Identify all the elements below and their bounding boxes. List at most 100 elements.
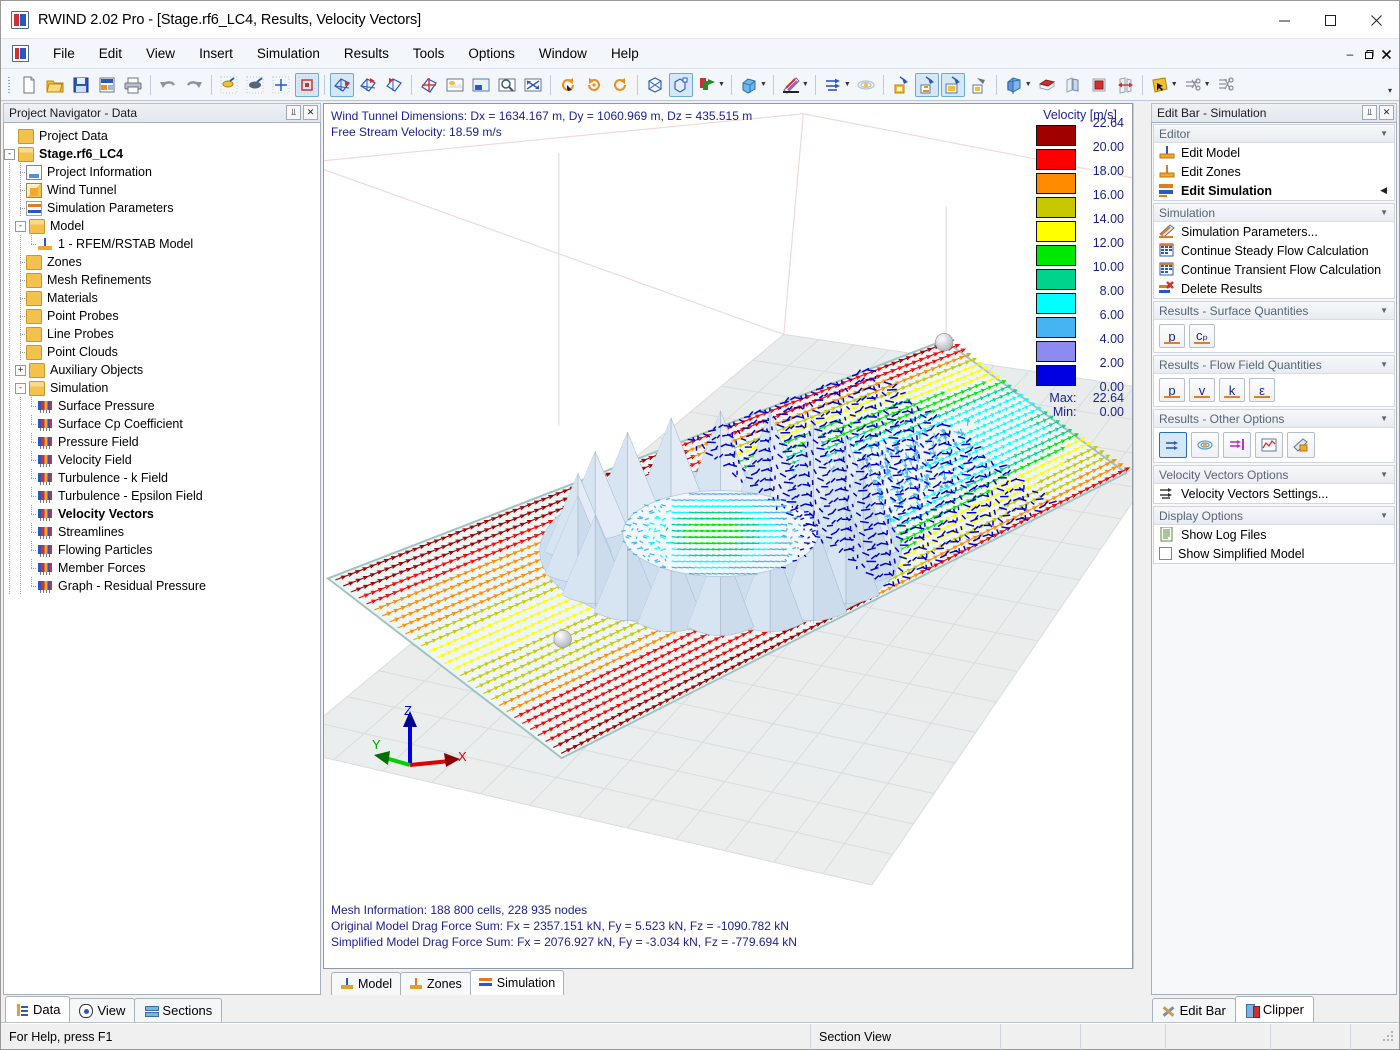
render-icon[interactable] [443,73,467,97]
mdi-app-icon[interactable] [12,45,29,62]
chevron-down-icon[interactable]: ▼ [1380,414,1388,423]
zoom-window-icon[interactable] [469,73,493,97]
tree-item-graph-residual-pressure[interactable]: Graph - Residual Pressure [4,577,320,595]
editbar-item-simulation-parameters[interactable]: Simulation Parameters... [1154,222,1394,241]
minimize-icon[interactable] [1261,1,1307,39]
streamlines-button[interactable] [1191,432,1219,458]
legend-swatch-3[interactable] [1036,197,1076,218]
tree-item-project-data[interactable]: Project Data [4,127,320,145]
section-z-icon[interactable] [1087,73,1111,97]
tree-item-auxiliary-objects[interactable]: +Auxiliary Objects [4,361,320,379]
select-plane-dropdown-caret[interactable]: ▼ [1171,81,1178,88]
menu-tools[interactable]: Tools [401,42,457,65]
select-all-icon[interactable] [356,73,380,97]
tree-item-stage-rf6-lc4[interactable]: -Stage.rf6_LC4 [4,145,320,163]
tree-item-model[interactable]: -Model [4,217,320,235]
save-as-icon[interactable] [95,73,119,97]
surface-cp-button[interactable]: cₚ [1189,324,1215,348]
clipper-box-dropdown-caret[interactable]: ▼ [1025,81,1032,88]
grid-icon[interactable] [269,73,293,97]
editbar-group-header[interactable]: Results - Flow Field Quantities▼ [1154,356,1394,374]
editbar-group-header[interactable]: Velocity Vectors Options▼ [1154,466,1394,484]
tree-item-surface-cp-coefficient[interactable]: Surface Cp Coefficient [4,415,320,433]
tree-item-velocity-vectors[interactable]: Velocity Vectors [4,505,320,523]
editbar-item-edit-model[interactable]: Edit Model [1154,143,1394,162]
editbar-item-edit-simulation[interactable]: Edit Simulation◀ [1154,181,1394,200]
rotate-ccw-icon[interactable] [582,73,606,97]
solid-view-icon[interactable] [669,73,693,97]
tree-item-flowing-particles[interactable]: Flowing Particles [4,541,320,559]
legend-swatch-9[interactable] [1036,341,1076,362]
viewport-tab-simulation[interactable]: Simulation [470,970,564,995]
tree-item-project-information[interactable]: Project Information [4,163,320,181]
tree-item-zones[interactable]: Zones [4,253,320,271]
zoom-icon[interactable] [495,73,519,97]
bottom-tab-clipper[interactable]: Clipper [1235,996,1314,1022]
legend-swatch-4[interactable] [1036,221,1076,242]
tree-item-point-clouds[interactable]: Point Clouds [4,343,320,361]
editbar-item-continue-transient-flow-calculation[interactable]: Continue Transient Flow Calculation [1154,260,1394,279]
new-icon[interactable] [17,73,41,97]
colors-dropdown-caret[interactable]: ▼ [802,81,809,88]
tree-item-mesh-refinements[interactable]: Mesh Refinements [4,271,320,289]
section-y-icon[interactable] [1061,73,1085,97]
toolbar-overflow-button[interactable]: ▾ [1383,73,1397,95]
viewport-tab-zones[interactable]: Zones [400,972,471,995]
menu-view[interactable]: View [134,42,187,65]
viewport-vertical-scrollbar[interactable] [1133,103,1149,969]
legend-swatch-5[interactable] [1036,245,1076,266]
editbar-check-show-simplified-model[interactable]: Show Simplified Model [1154,544,1394,563]
tree-item-member-forces[interactable]: Member Forces [4,559,320,577]
tree-expander[interactable]: + [15,365,26,376]
tree-item-turbulence-k-field[interactable]: Turbulence - k Field [4,469,320,487]
editbar-item-delete-results[interactable]: Delete Results [1154,279,1394,298]
navigator-pin-icon[interactable]: ⫫ [286,105,301,120]
editbar-group-header[interactable]: Display Options▼ [1154,507,1394,525]
tree-item-streamlines[interactable]: Streamlines [4,523,320,541]
flow-epsilon-button[interactable]: ε [1249,378,1275,402]
deselect-icon[interactable] [382,73,406,97]
velocity-vectors-dropdown-caret[interactable]: ▼ [844,81,851,88]
tree-item-velocity-field[interactable]: Velocity Field [4,451,320,469]
member-forces-button[interactable] [1287,432,1315,458]
snap-grid-icon[interactable] [217,73,241,97]
menu-file[interactable]: File [41,42,87,65]
editbar-group-header[interactable]: Editor▼ [1154,125,1394,143]
toolbar-grip[interactable] [6,75,13,95]
box-display-icon[interactable] [737,73,761,97]
view-direction-dropdown-caret[interactable]: ▼ [718,81,725,88]
chevron-down-icon[interactable]: ▼ [1380,511,1388,520]
undo-icon[interactable] [156,73,180,97]
chevron-down-icon[interactable]: ▼ [1380,470,1388,479]
cut-section-icon[interactable] [1181,73,1205,97]
velocity-vectors-icon[interactable] [821,73,845,97]
legend-swatch-6[interactable] [1036,269,1076,290]
chevron-down-icon[interactable]: ▼ [1380,208,1388,217]
mdi-minimize-icon[interactable]: – [1341,43,1359,65]
legend-swatch-1[interactable] [1036,149,1076,170]
chevron-down-icon[interactable]: ▼ [1380,129,1388,138]
mdi-close-icon[interactable] [1377,43,1395,65]
bottom-tab-view[interactable]: View [69,998,135,1022]
section-move-icon[interactable] [1113,73,1137,97]
close-icon[interactable] [1353,1,1399,39]
menu-help[interactable]: Help [599,42,651,65]
legend-swatch-8[interactable] [1036,317,1076,338]
rotate-cw-icon[interactable] [608,73,632,97]
flowing-particles-button[interactable] [1223,432,1251,458]
tree-item-turbulence-epsilon-field[interactable]: Turbulence - Epsilon Field [4,487,320,505]
show-simplified-model-icon[interactable] [915,73,939,97]
tree-item-wind-tunnel[interactable]: Wind Tunnel [4,181,320,199]
tree-item-simulation[interactable]: -Simulation [4,379,320,397]
navigator-close-icon[interactable]: ✕ [303,105,318,120]
show-model-icon[interactable] [889,73,913,97]
menu-insert[interactable]: Insert [187,42,245,65]
editbar-item-continue-steady-flow-calculation[interactable]: Continue Steady Flow Calculation [1154,241,1394,260]
section-x-icon[interactable] [1035,73,1059,97]
save-disk-icon[interactable] [69,73,93,97]
streamlines-icon[interactable] [854,73,878,97]
tree-item-1-rfem-rstab-model[interactable]: 1 - RFEM/RSTAB Model [4,235,320,253]
bottom-tab-sections[interactable]: Sections [134,998,222,1022]
menu-window[interactable]: Window [527,42,599,65]
velocity-vectors-button[interactable] [1159,432,1187,458]
